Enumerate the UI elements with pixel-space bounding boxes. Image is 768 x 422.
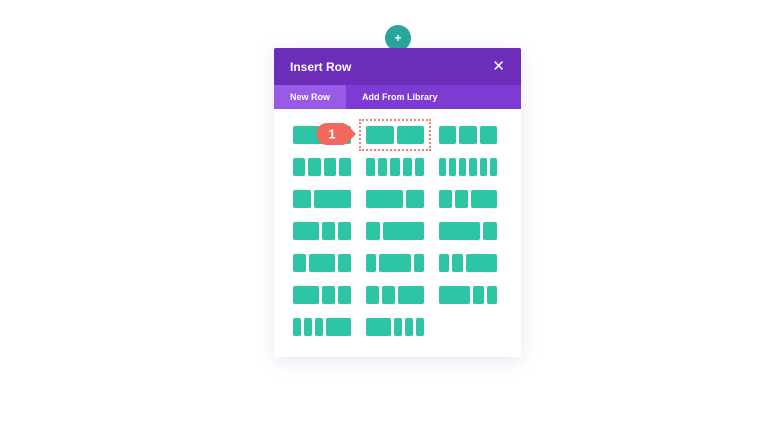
layout-column [308, 158, 321, 176]
layout-column [315, 318, 324, 336]
row-layout-option[interactable] [439, 222, 497, 240]
layout-column [413, 254, 424, 272]
row-layout-option[interactable] [293, 158, 351, 176]
layout-column [489, 158, 497, 176]
layout-column [439, 286, 471, 304]
row-layout-option[interactable] [293, 286, 351, 304]
insert-row-modal: Insert Row ✕ New Row Add From Library [274, 48, 521, 357]
layout-column [402, 158, 412, 176]
row-layout-option[interactable] [366, 286, 424, 304]
step-callout: 1 [317, 123, 356, 145]
layout-column [366, 190, 403, 208]
layout-column [455, 190, 468, 208]
layout-column [366, 286, 379, 304]
layout-column [469, 158, 477, 176]
layout-column [322, 222, 335, 240]
modal-title: Insert Row [290, 59, 352, 74]
row-layout-option[interactable] [439, 158, 497, 176]
layout-column [439, 190, 452, 208]
row-layout-option[interactable] [439, 254, 497, 272]
layout-column [479, 126, 497, 144]
layout-column [309, 254, 335, 272]
layout-column [398, 286, 424, 304]
layout-column [338, 286, 351, 304]
modal-header: Insert Row ✕ [274, 48, 521, 85]
layout-column [415, 318, 424, 336]
layout-column [293, 254, 306, 272]
row-layout-option[interactable] [359, 119, 431, 151]
layout-column [479, 158, 487, 176]
layout-column [449, 158, 457, 176]
layout-column [379, 254, 411, 272]
row-layout-option[interactable] [366, 254, 424, 272]
layout-column [322, 286, 335, 304]
row-layout-option[interactable] [293, 318, 351, 336]
row-layout-option[interactable] [439, 126, 497, 144]
layout-column [323, 158, 336, 176]
layout-column [326, 318, 351, 336]
layout-column [293, 158, 306, 176]
layout-column [314, 190, 351, 208]
layout-column [483, 222, 497, 240]
layout-column [439, 158, 447, 176]
row-layout-option[interactable] [293, 254, 351, 272]
tab-add-from-library[interactable]: Add From Library [346, 85, 454, 109]
close-icon[interactable]: ✕ [492, 59, 505, 74]
row-layout-option[interactable] [293, 222, 351, 240]
layout-column [486, 286, 497, 304]
layout-column [439, 254, 450, 272]
callout-shape [317, 123, 356, 145]
layout-column [366, 222, 380, 240]
layout-column [414, 158, 424, 176]
layout-column [304, 318, 313, 336]
tab-new-row[interactable]: New Row [274, 85, 347, 109]
callout-number: 1 [328, 127, 335, 142]
layout-column [293, 286, 319, 304]
layout-column [293, 190, 312, 208]
layout-column [439, 222, 481, 240]
row-layout-option[interactable] [366, 222, 424, 240]
layout-column [393, 318, 402, 336]
layout-column [338, 222, 351, 240]
layout-column [338, 254, 351, 272]
layout-column [396, 126, 424, 144]
layout-column [452, 254, 463, 272]
layout-column [382, 286, 395, 304]
layout-column [366, 158, 376, 176]
row-layout-option[interactable] [366, 318, 424, 336]
layout-column [293, 318, 302, 336]
modal-tabs: New Row Add From Library [274, 85, 521, 109]
layout-column [366, 254, 377, 272]
layout-column [382, 222, 424, 240]
layout-column [338, 158, 351, 176]
layout-column [459, 126, 477, 144]
row-layout-option[interactable] [439, 190, 497, 208]
row-layout-option[interactable] [366, 190, 424, 208]
row-layout-option[interactable] [439, 286, 497, 304]
layout-column [404, 318, 413, 336]
layout-column [378, 158, 388, 176]
plus-icon: + [394, 31, 402, 45]
layout-column [459, 158, 467, 176]
row-layout-option[interactable] [366, 158, 424, 176]
layout-column [465, 254, 497, 272]
layout-column [473, 286, 484, 304]
layout-column [366, 126, 394, 144]
layout-column [390, 158, 400, 176]
layout-column [366, 318, 391, 336]
layout-column [405, 190, 424, 208]
layout-column [293, 222, 319, 240]
layout-column [471, 190, 497, 208]
row-layout-option[interactable] [293, 190, 351, 208]
layout-column [439, 126, 457, 144]
